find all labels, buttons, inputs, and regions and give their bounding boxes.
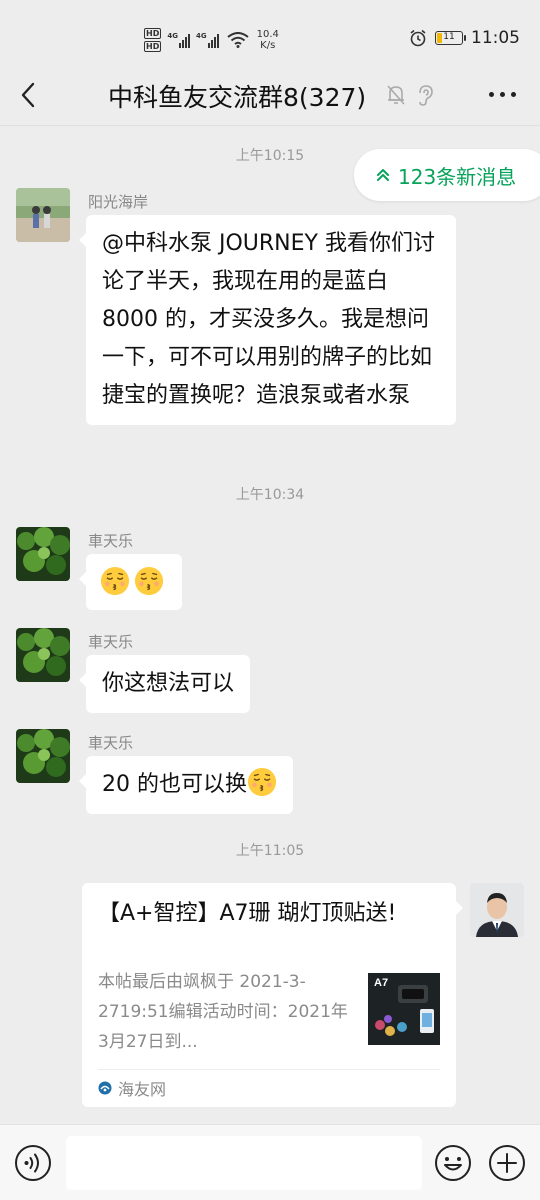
double-chevron-up-icon — [377, 169, 389, 181]
status-right: 11 11:05 — [409, 28, 520, 48]
kissing-face-closed-eyes-emoji — [247, 767, 277, 797]
avatar[interactable] — [16, 188, 70, 242]
hd-label: HD — [144, 41, 162, 52]
sender-name: 車天乐 — [88, 532, 134, 550]
chat-messages[interactable]: 上午10:15 123条新消息 阳光海岸 @中科水泵 JOURNEY 我看你们讨… — [0, 127, 540, 1123]
message-text: 你这想法可以 — [102, 671, 235, 696]
emoji-icon[interactable] — [434, 1144, 472, 1182]
sender-name: 車天乐 — [88, 734, 134, 752]
more-button[interactable] — [489, 92, 516, 97]
plus-icon[interactable] — [488, 1144, 526, 1182]
more-icon-dot — [511, 92, 516, 97]
battery-level: 11 — [443, 32, 455, 42]
message-bubble[interactable] — [79, 554, 182, 610]
signal-label: 4G — [167, 32, 178, 40]
input-bar — [0, 1124, 540, 1200]
hd-label: HD — [144, 28, 162, 39]
message-bubble[interactable]: 你这想法可以 — [78, 655, 251, 713]
hd-icon: HD HD — [144, 28, 162, 52]
haiyou-logo-icon — [98, 1081, 112, 1095]
avatar-image — [16, 527, 70, 581]
thumbnail-label: A7 — [374, 977, 389, 989]
link-card-title: 【A+智控】A7珊 瑚灯顶贴送! — [98, 901, 397, 926]
timestamp: 上午11:05 — [235, 843, 305, 859]
header-status-icons — [386, 84, 434, 106]
wifi-icon — [226, 32, 249, 48]
battery-icon: 11 — [435, 31, 466, 45]
message-input[interactable] — [66, 1136, 422, 1190]
status-left: HD HD 4G 4G 10.4 K/s — [144, 24, 279, 56]
chat-header: 中科鱼友交流群8(327) — [0, 64, 540, 126]
signal-icon: 4G — [167, 32, 190, 48]
back-button[interactable] — [14, 80, 42, 110]
signal-label: 4G — [195, 32, 207, 40]
more-icon-dot — [500, 92, 505, 97]
alarm-icon — [410, 29, 426, 47]
avatar-image — [16, 188, 70, 242]
message-bubble[interactable]: 20 的也可以换 — [79, 756, 293, 814]
kissing-face-closed-eyes-emoji — [100, 566, 130, 596]
avatar-image — [16, 729, 70, 783]
avatar-image — [16, 628, 70, 682]
avatar[interactable] — [16, 729, 70, 783]
avatar[interactable] — [16, 628, 70, 682]
link-card-source: 海友网 — [98, 1076, 166, 1100]
link-card[interactable]: 【A+智控】A7珊 瑚灯顶贴送! 本帖最后由飒枫于 2021-3-2719:51… — [82, 883, 463, 1107]
ear-icon — [419, 85, 433, 106]
kissing-face-closed-eyes-emoji — [134, 566, 164, 596]
avatar-image — [470, 883, 524, 937]
new-messages-label: 123条新消息 — [398, 164, 517, 189]
net-speed-value: 10.4 — [256, 29, 279, 40]
my-avatar[interactable] — [470, 883, 524, 937]
net-speed: 10.4 K/s — [257, 29, 279, 51]
chat-title: 中科鱼友交流群8(327) — [108, 83, 367, 112]
more-icon-dot — [489, 92, 494, 97]
status-bar: HD HD 4G 4G 10.4 K/s 11 11:05 — [0, 0, 540, 64]
message-text: 20 的也可以换 — [102, 772, 247, 797]
sender-name: 車天乐 — [88, 633, 134, 651]
status-time: 11:05 — [471, 28, 520, 48]
avatar[interactable] — [16, 527, 70, 581]
sender-name: 阳光海岸 — [88, 193, 149, 211]
mute-bell-icon — [387, 85, 405, 105]
link-card-description: 本帖最后由飒枫于 2021-3-2719:51编辑活动时间：2021年3月27日… — [98, 972, 348, 1052]
net-speed-unit: K/s — [260, 40, 276, 51]
link-card-thumbnail: A7 — [368, 973, 440, 1045]
message-bubble[interactable]: @中科水泵 JOURNEY 我看你们讨论了半天，我现在用的是蓝白 8000 的，… — [79, 215, 456, 425]
new-messages-button[interactable]: 123条新消息 — [354, 149, 540, 201]
voice-icon[interactable] — [14, 1144, 52, 1182]
timestamp: 上午10:34 — [235, 487, 305, 503]
message-text: @中科水泵 JOURNEY 我看你们讨论了半天，我现在用的是蓝白 8000 的，… — [102, 231, 435, 408]
signal-icon: 4G — [196, 32, 219, 48]
divider — [98, 1069, 440, 1070]
back-icon — [21, 82, 35, 108]
source-label: 海友网 — [118, 1080, 167, 1099]
